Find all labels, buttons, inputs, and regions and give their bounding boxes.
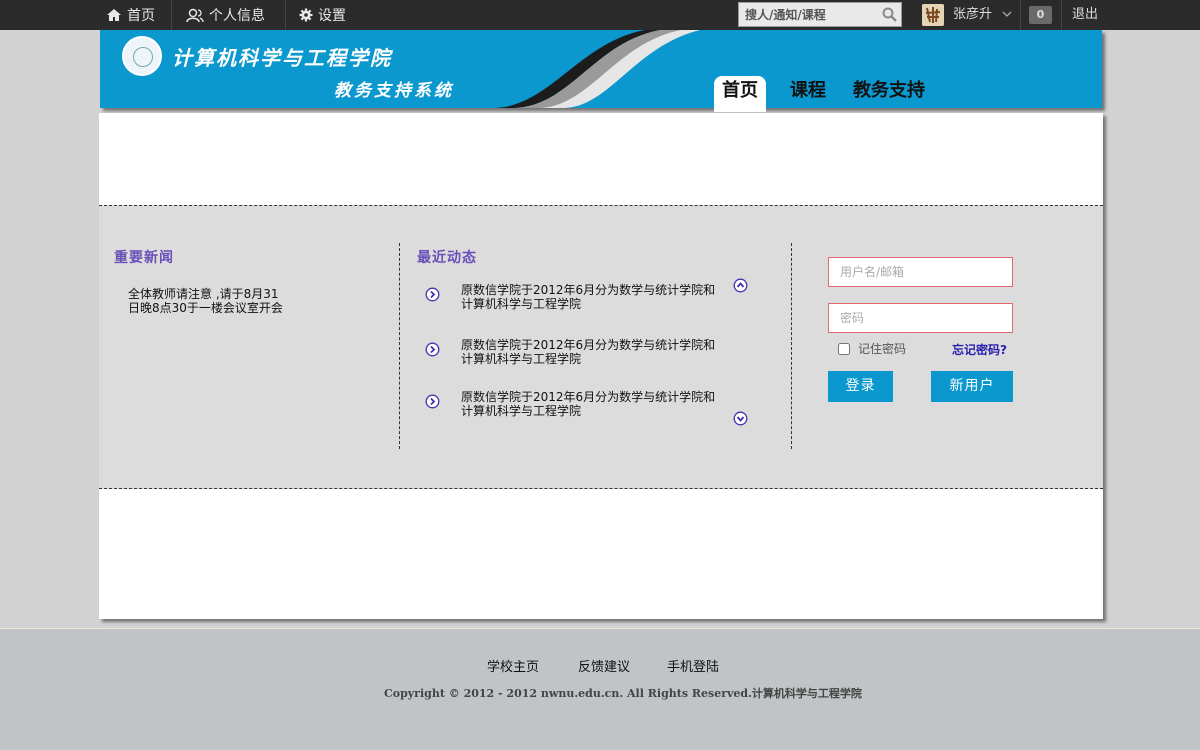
nav-profile[interactable]: 个人信息 [186, 0, 265, 30]
top-navbar: 首页 个人信息 设置 张彦升 0 退出 [0, 0, 1200, 30]
update-text: 原数信学院于2012年6月分为数学与统计学院和计算机科学与工程学院 [461, 390, 716, 418]
footer-link-feedback[interactable]: 反馈建议 [578, 656, 630, 675]
chevron-down-icon[interactable] [1002, 9, 1012, 19]
home-icon [107, 9, 121, 21]
arrow-right-circle-icon [425, 287, 440, 302]
updates-title: 最近动态 [417, 250, 477, 266]
nav-settings[interactable]: 设置 [299, 0, 346, 30]
notification-badge[interactable]: 0 [1029, 6, 1052, 24]
news-item[interactable]: 全体教师请注意 ,请于8月31日晚8点30于一楼会议室开会 [128, 287, 288, 315]
nav-home-label: 首页 [127, 8, 155, 24]
register-button[interactable]: 新用户 [931, 371, 1013, 402]
nav-profile-label: 个人信息 [209, 8, 265, 24]
user-icon [186, 8, 204, 22]
login-button[interactable]: 登录 [828, 371, 893, 402]
gear-icon [299, 8, 313, 22]
nav-home[interactable]: 首页 [106, 0, 155, 30]
nav-settings-label: 设置 [318, 8, 346, 24]
arrow-right-circle-icon [425, 342, 440, 357]
school-seal-logo [122, 36, 162, 76]
avatar[interactable] [922, 4, 944, 26]
nav-divider [1061, 0, 1062, 30]
footer-link-school[interactable]: 学校主页 [487, 656, 539, 675]
news-title: 重要新闻 [114, 250, 174, 266]
system-name: 教务支持系统 [334, 81, 454, 101]
remember-password[interactable]: 记住密码 [838, 340, 906, 357]
remember-checkbox[interactable] [838, 342, 850, 355]
update-text: 原数信学院于2012年6月分为数学与统计学院和计算机科学与工程学院 [461, 283, 716, 311]
forgot-password-link[interactable]: 忘记密码? [952, 341, 1007, 358]
nav-divider [285, 0, 286, 30]
remember-label: 记住密码 [858, 342, 907, 356]
school-name: 计算机科学与工程学院 [172, 46, 392, 70]
column-divider [399, 243, 400, 449]
password-field[interactable] [829, 304, 1012, 332]
username-field-box [828, 257, 1013, 287]
nav-divider [1020, 0, 1021, 30]
scroll-up-icon[interactable] [733, 278, 748, 293]
username[interactable]: 张彦升 [953, 0, 992, 30]
search-icon[interactable] [882, 7, 897, 22]
column-divider [791, 243, 792, 449]
search-box [738, 2, 902, 27]
tab-courses[interactable]: 课程 [782, 76, 834, 108]
update-text: 原数信学院于2012年6月分为数学与统计学院和计算机科学与工程学院 [461, 338, 716, 366]
username-field[interactable] [829, 258, 1012, 286]
header-banner: 计算机科学与工程学院 教务支持系统 [100, 30, 1102, 108]
copyright: Copyright © 2012 - 2012 nwnu.edu.cn. All… [384, 687, 862, 700]
footer-link-mobile[interactable]: 手机登陆 [667, 656, 719, 675]
logout-link[interactable]: 退出 [1072, 0, 1098, 30]
password-field-box [828, 303, 1013, 333]
scroll-down-icon[interactable] [733, 411, 748, 426]
tab-academic-support[interactable]: 教务支持 [845, 76, 933, 108]
nav-divider [171, 0, 172, 30]
arrow-right-circle-icon [425, 394, 440, 409]
tab-home[interactable]: 首页 [714, 76, 766, 112]
search-input[interactable] [739, 3, 877, 26]
